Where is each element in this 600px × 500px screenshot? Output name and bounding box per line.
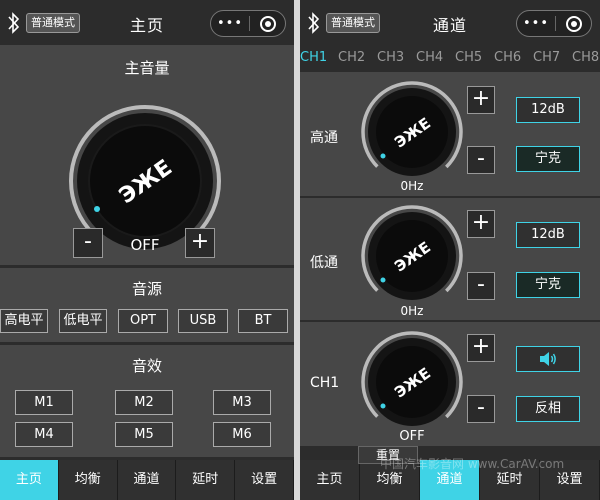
tab-ch2[interactable]: CH2 — [338, 50, 365, 65]
phase-invert-button[interactable]: 反相 — [516, 396, 580, 422]
source-opt-button[interactable]: OPT — [118, 309, 168, 333]
bottom-nav: 主页 均衡 通道 延时 设置 — [0, 460, 294, 500]
close-miniapp-icon[interactable] — [556, 15, 591, 32]
home-screen: 普通模式 主页 ••• 主音量 ЭЖЕ - OFF + 音源 高电平 低电平 O… — [0, 0, 294, 500]
nav-delay[interactable]: 延时 — [176, 460, 236, 500]
highpass-panel: 高通 ЭЖЕ 0Hz + - 12dB 宁克 — [300, 72, 600, 196]
channel-volume-knob[interactable]: ЭЖЕ — [360, 330, 464, 434]
mute-button[interactable] — [516, 346, 580, 372]
tab-ch6[interactable]: CH6 — [494, 50, 521, 65]
more-icon[interactable]: ••• — [517, 12, 555, 36]
lowpass-label: 低通 — [310, 255, 338, 271]
source-usb-button[interactable]: USB — [178, 309, 228, 333]
effect-m4-button[interactable]: M4 — [15, 422, 73, 447]
source-high-level-button[interactable]: 高电平 — [0, 309, 48, 333]
speaker-icon — [540, 352, 556, 366]
tab-ch5[interactable]: CH5 — [455, 50, 482, 65]
source-title: 音源 — [131, 280, 162, 298]
source-bt-button[interactable]: BT — [238, 309, 288, 333]
miniapp-capsule: ••• — [210, 10, 286, 37]
watermark: 中国汽车影音网 www.CarAV.com — [380, 457, 565, 471]
top-bar: 普通模式 主页 ••• — [0, 0, 294, 45]
highpass-plus-button[interactable]: + — [467, 86, 495, 114]
tab-ch1[interactable]: CH1 — [300, 50, 327, 65]
close-miniapp-icon[interactable] — [250, 15, 285, 32]
effect-m5-button[interactable]: M5 — [115, 422, 173, 447]
source-low-level-button[interactable]: 低电平 — [59, 309, 107, 333]
effect-m2-button[interactable]: M2 — [115, 390, 173, 415]
highpass-knob[interactable]: ЭЖЕ — [360, 80, 464, 184]
effect-title: 音效 — [131, 357, 162, 375]
channel-volume-plus-button[interactable]: + — [467, 334, 495, 362]
highpass-slope-button[interactable]: 12dB — [516, 97, 580, 123]
channel-volume-minus-button[interactable]: - — [467, 395, 495, 423]
nav-equalizer[interactable]: 均衡 — [58, 460, 118, 500]
master-volume-minus-button[interactable]: - — [73, 228, 103, 258]
nav-home[interactable]: 主页 — [300, 460, 360, 500]
tab-ch7[interactable]: CH7 — [533, 50, 560, 65]
effect-panel: 音效 M1 M2 M3 M4 M5 M6 — [0, 345, 294, 457]
effect-m3-button[interactable]: M3 — [213, 390, 271, 415]
lowpass-plus-button[interactable]: + — [467, 210, 495, 238]
nav-channel[interactable]: 通道 — [117, 460, 177, 500]
lowpass-minus-button[interactable]: - — [467, 272, 495, 300]
highpass-type-button[interactable]: 宁克 — [516, 146, 580, 172]
tab-ch8[interactable]: CH8 — [572, 50, 599, 65]
source-panel: 音源 高电平 低电平 OPT USB BT — [0, 268, 294, 342]
master-volume-plus-button[interactable]: + — [185, 228, 215, 258]
highpass-label: 高通 — [310, 130, 338, 146]
tab-ch3[interactable]: CH3 — [377, 50, 404, 65]
channel-volume-value: OFF — [399, 429, 425, 444]
highpass-minus-button[interactable]: - — [467, 146, 495, 174]
miniapp-capsule: ••• — [516, 10, 592, 37]
channel-screen: 普通模式 通道 ••• CH1 CH2 CH3 CH4 CH5 CH6 CH7 … — [300, 0, 600, 500]
master-volume-value: OFF — [130, 236, 160, 254]
top-bar: 普通模式 通道 ••• — [300, 0, 600, 45]
lowpass-frequency-value: 0Hz — [400, 304, 424, 318]
lowpass-type-button[interactable]: 宁克 — [516, 272, 580, 298]
lowpass-knob[interactable]: ЭЖЕ — [360, 204, 464, 308]
lowpass-slope-button[interactable]: 12dB — [516, 222, 580, 248]
effect-m6-button[interactable]: M6 — [213, 422, 271, 447]
more-icon[interactable]: ••• — [211, 12, 249, 36]
effect-m1-button[interactable]: M1 — [15, 390, 73, 415]
master-volume-title: 主音量 — [124, 59, 170, 77]
lowpass-panel: 低通 ЭЖЕ 0Hz + - 12dB 宁克 — [300, 198, 600, 320]
nav-home[interactable]: 主页 — [0, 460, 59, 500]
tab-ch4[interactable]: CH4 — [416, 50, 443, 65]
channel-volume-label: CH1 — [310, 375, 340, 391]
nav-settings[interactable]: 设置 — [235, 460, 294, 500]
channel-volume-panel: CH1 ЭЖЕ OFF + - 反相 — [300, 322, 600, 446]
highpass-frequency-value: 0Hz — [400, 179, 424, 193]
master-volume-panel: 主音量 ЭЖЕ - OFF + — [0, 45, 294, 265]
